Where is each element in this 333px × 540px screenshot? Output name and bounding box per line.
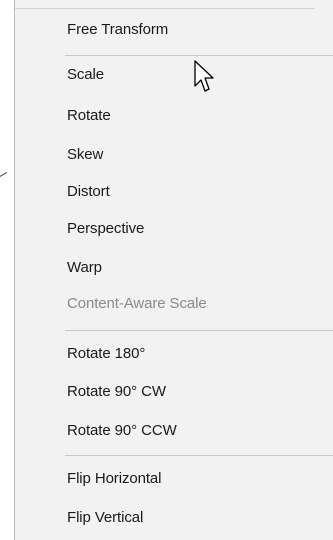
menu-top-border	[15, 8, 315, 9]
menu-item-skew[interactable]: Skew	[67, 142, 103, 168]
menu-item-rotate-90-ccw[interactable]: Rotate 90° CCW	[67, 418, 177, 444]
menu-item-scale[interactable]: Scale	[67, 62, 104, 88]
menu-separator	[65, 55, 333, 56]
menu-separator	[65, 330, 333, 331]
menu-item-rotate-90-cw[interactable]: Rotate 90° CW	[67, 379, 166, 405]
menu-separator	[65, 455, 333, 456]
menu-item-perspective[interactable]: Perspective	[67, 216, 144, 242]
transform-context-menu: Free Transform Scale Rotate Skew Distort…	[14, 0, 333, 540]
menu-item-flip-vertical[interactable]: Flip Vertical	[67, 505, 143, 531]
menu-item-rotate[interactable]: Rotate	[67, 103, 111, 129]
menu-item-flip-horizontal[interactable]: Flip Horizontal	[67, 466, 161, 492]
canvas-edge-line	[0, 172, 8, 177]
menu-item-free-transform[interactable]: Free Transform	[67, 17, 168, 43]
menu-item-warp[interactable]: Warp	[67, 255, 102, 281]
menu-item-content-aware-scale: Content-Aware Scale	[67, 295, 207, 312]
arrow-cursor-icon	[194, 60, 214, 92]
menu-item-distort[interactable]: Distort	[67, 179, 110, 205]
menu-item-rotate-180[interactable]: Rotate 180°	[67, 341, 145, 367]
